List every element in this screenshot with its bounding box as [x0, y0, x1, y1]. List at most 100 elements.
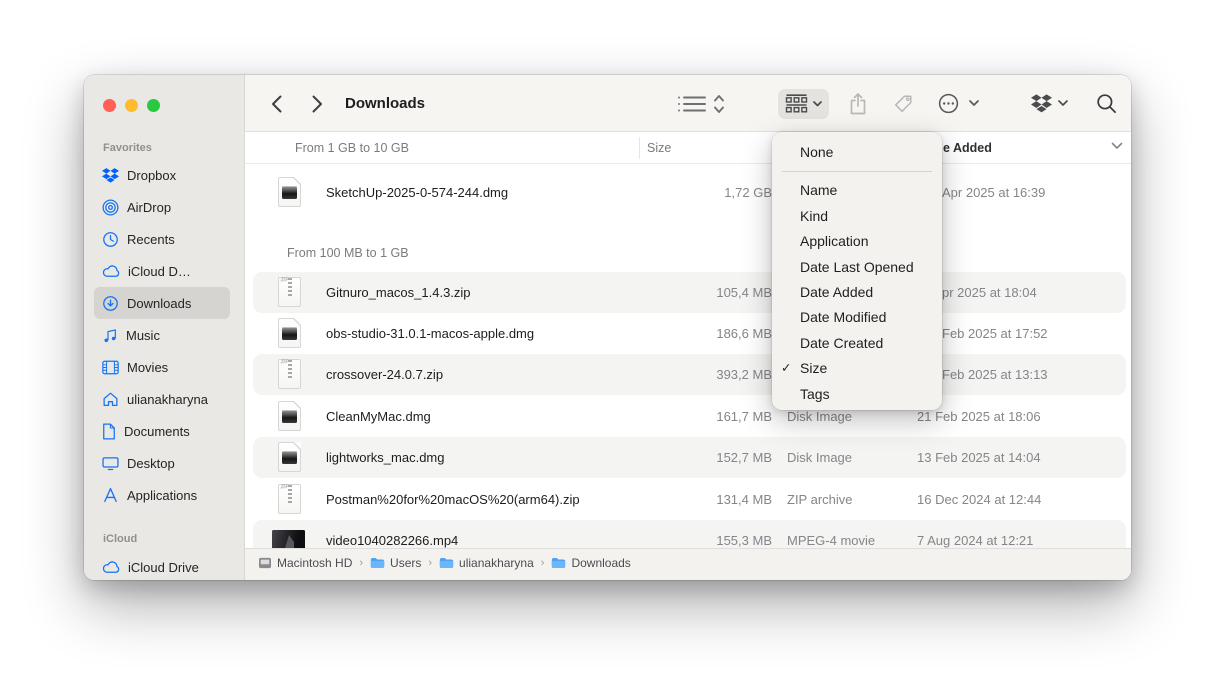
dropbox-toolbar-icon	[1031, 94, 1052, 113]
sidebar-item-label: Documents	[124, 424, 190, 439]
applications-icon	[102, 487, 119, 503]
sidebar-item-music[interactable]: Music	[94, 319, 230, 351]
path-segment-downloads[interactable]: Downloads	[551, 556, 630, 570]
group-by-menu: None Name Kind Application Date Last Ope…	[772, 132, 942, 410]
share-icon	[849, 93, 867, 115]
back-button[interactable]	[265, 75, 287, 132]
sidebar-item-icloud-d[interactable]: iCloud D…	[94, 255, 230, 287]
sidebar-item-home[interactable]: ulianakharyna	[94, 383, 230, 415]
file-row[interactable]: CleanMyMac.dmg 161,7 MB Disk Image 21 Fe…	[253, 396, 1126, 437]
list-view-sort-icon	[677, 94, 731, 114]
film-icon	[102, 360, 119, 375]
sidebar-item-label: Recents	[127, 232, 175, 247]
sort-direction-icon[interactable]	[1111, 142, 1123, 150]
music-note-icon	[102, 327, 118, 344]
share-button[interactable]	[846, 75, 870, 132]
size-column-header[interactable]: Size	[647, 132, 671, 164]
menu-item-date-added[interactable]: Date Added	[772, 280, 942, 305]
sidebar-item-airdrop[interactable]: AirDrop	[94, 191, 230, 223]
icloud-label: iCloud	[94, 527, 230, 551]
computer-icon	[258, 557, 272, 569]
path-segment-users[interactable]: Users	[370, 556, 421, 570]
home-icon	[102, 391, 119, 407]
file-row[interactable]: lightworks_mac.dmg 152,7 MB Disk Image 1…	[253, 437, 1126, 478]
zoom-button[interactable]	[147, 99, 160, 112]
disk-image-icon	[278, 177, 301, 207]
traffic-lights	[103, 99, 160, 112]
disk-image-icon	[278, 401, 301, 431]
menu-separator	[782, 171, 932, 172]
sidebar-item-recents[interactable]: Recents	[94, 223, 230, 255]
chevron-down-icon[interactable]	[967, 75, 981, 132]
path-separator: ›	[428, 557, 432, 569]
tag-icon	[893, 94, 913, 114]
path-segment-macintosh-hd[interactable]: Macintosh HD	[258, 556, 352, 570]
file-kind: Disk Image	[787, 437, 852, 478]
view-options-button[interactable]	[675, 75, 733, 132]
file-size: 393,2 MB	[625, 354, 772, 395]
menu-item-date-last-opened[interactable]: Date Last Opened	[772, 255, 942, 280]
window-title: Downloads	[345, 75, 425, 132]
menu-item-name[interactable]: Name	[772, 178, 942, 203]
sidebar-item-label: Movies	[127, 360, 168, 375]
search-button[interactable]	[1093, 75, 1119, 132]
sidebar-item-movies[interactable]: Movies	[94, 351, 230, 383]
sidebar-item-desktop[interactable]: Desktop	[94, 447, 230, 479]
more-options-button[interactable]	[936, 75, 960, 132]
file-size: 105,4 MB	[625, 272, 772, 313]
file-size: 152,7 MB	[625, 437, 772, 478]
folder-icon	[370, 557, 385, 569]
column-divider	[639, 137, 640, 159]
minimize-button[interactable]	[125, 99, 138, 112]
file-row[interactable]: Postman%20for%20macOS%20(arm64).zip 131,…	[253, 479, 1126, 520]
dropbox-toolbar-button[interactable]	[1029, 75, 1053, 132]
menu-item-tags[interactable]: Tags	[772, 382, 942, 407]
group-header-1: From 1 GB to 10 GB	[295, 132, 409, 164]
menu-item-kind[interactable]: Kind	[772, 204, 942, 229]
column-header-row: From 1 GB to 10 GB Size e Added	[245, 132, 1131, 164]
checkmark-icon: ✓	[781, 356, 791, 381]
sidebar-item-downloads[interactable]: Downloads	[94, 287, 230, 319]
file-name: Gitnuro_macos_1.4.3.zip	[326, 272, 471, 313]
path-segment-ulianakharyna[interactable]: ulianakharyna	[439, 556, 534, 570]
menu-item-application[interactable]: Application	[772, 229, 942, 254]
forward-button[interactable]	[306, 75, 328, 132]
icloud-section: iCloud iCloud Drive	[94, 527, 230, 580]
sidebar-item-label: Applications	[127, 488, 197, 503]
sidebar-item-documents[interactable]: Documents	[94, 415, 230, 447]
group-by-button[interactable]	[778, 89, 829, 119]
file-row[interactable]: obs-studio-31.0.1-macos-apple.dmg 186,6 …	[253, 313, 1126, 354]
file-row[interactable]: SketchUp-2025-0-574-244.dmg 1,72 GB Apr …	[253, 172, 1126, 213]
file-size: 1,72 GB	[625, 172, 772, 213]
folder-icon	[439, 557, 454, 569]
file-date-added: 13 Feb 2025 at 14:04	[917, 437, 1041, 478]
sidebar-item-label: AirDrop	[127, 200, 171, 215]
menu-item-date-created[interactable]: Date Created	[772, 331, 942, 356]
sidebar-item-label: Music	[126, 328, 160, 343]
sidebar-item-icloud-drive[interactable]: iCloud Drive	[94, 551, 230, 580]
dropbox-icon	[102, 168, 119, 183]
close-button[interactable]	[103, 99, 116, 112]
zip-file-icon	[278, 359, 301, 389]
desktop: { "window": { "title": "Downloads" }, "c…	[0, 0, 1216, 684]
chevron-down-icon[interactable]	[1056, 75, 1070, 132]
file-name: lightworks_mac.dmg	[326, 437, 445, 478]
file-name: CleanMyMac.dmg	[326, 396, 431, 437]
download-circle-icon	[102, 295, 119, 312]
file-name: obs-studio-31.0.1-macos-apple.dmg	[326, 313, 534, 354]
file-date-added: Feb 2025 at 13:13	[942, 354, 1048, 395]
chevron-down-icon	[813, 101, 822, 107]
file-row[interactable]: crossover-24.0.7.zip 393,2 MB Feb 2025 a…	[253, 354, 1126, 395]
disk-image-icon	[278, 318, 301, 348]
sidebar-item-applications[interactable]: Applications	[94, 479, 230, 511]
sidebar-item-label: iCloud D…	[128, 264, 191, 279]
sidebar-item-label: Downloads	[127, 296, 191, 311]
cloud-icon	[102, 264, 120, 278]
date-added-column-header[interactable]: e Added	[943, 132, 992, 164]
menu-item-size[interactable]: ✓Size	[772, 356, 942, 381]
file-row[interactable]: Gitnuro_macos_1.4.3.zip 105,4 MB pr 2025…	[253, 272, 1126, 313]
tag-button[interactable]	[891, 75, 915, 132]
menu-item-none[interactable]: None	[772, 140, 942, 165]
menu-item-date-modified[interactable]: Date Modified	[772, 305, 942, 330]
sidebar-item-dropbox[interactable]: Dropbox	[94, 159, 230, 191]
